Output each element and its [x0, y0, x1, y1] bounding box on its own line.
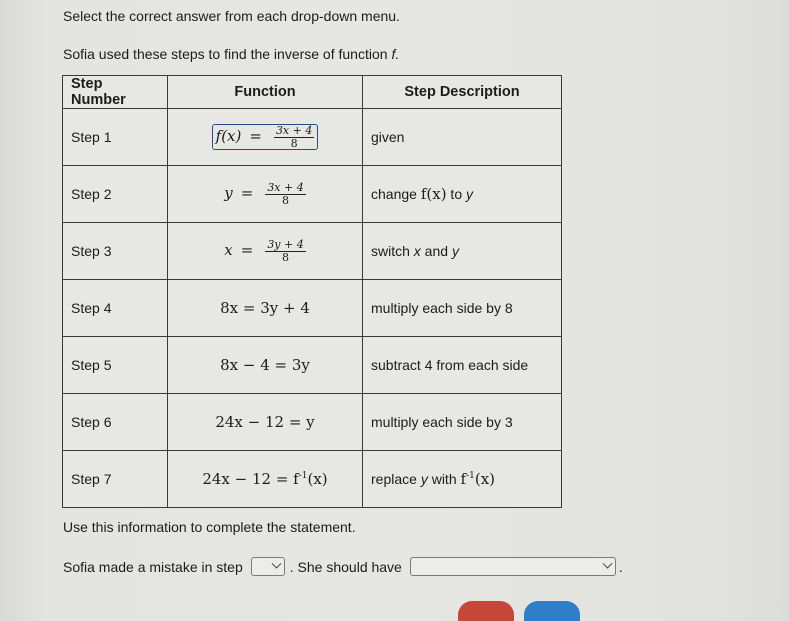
chevron-down-icon	[602, 558, 613, 569]
steps-table: Step Number Function Step Description St…	[62, 75, 562, 508]
intro-text: Sofia used these steps to find the inver…	[63, 46, 399, 62]
function-expression: 24x − 12 = y	[215, 413, 315, 431]
function-expression: f(x) = 3x + 48	[211, 123, 319, 151]
function-cell: 24x − 12 = f-1(x)	[167, 450, 363, 508]
lhs: f(x)	[215, 127, 242, 145]
step-description: given	[362, 108, 562, 166]
lhs: x	[224, 241, 233, 259]
chevron-down-icon	[271, 558, 282, 569]
table-row: Step 2 y = 3x + 48 change f(x) to y	[62, 165, 562, 223]
function-name: f.	[391, 46, 400, 62]
fraction: 3y + 48	[265, 237, 306, 264]
table-row: Step 3 x = 3y + 48 switch x and y	[62, 222, 562, 280]
function-expression: 8x = 3y + 4	[220, 299, 310, 317]
function-cell: 24x − 12 = y	[167, 393, 363, 451]
statement-part1: Sofia made a mistake in step	[63, 558, 243, 575]
step-number: Step 4	[62, 279, 168, 337]
table-row: Step 5 8x − 4 = 3y subtract 4 from each …	[62, 336, 562, 394]
numerator: 3x + 4	[273, 123, 315, 138]
denominator: 8	[282, 193, 290, 207]
table-row: Step 6 24x − 12 = y multiply each side b…	[62, 393, 562, 451]
numerator: 3x + 4	[265, 180, 306, 195]
reset-button[interactable]	[458, 601, 514, 621]
table-row: Step 1 f(x) = 3x + 48 given	[62, 108, 562, 166]
table-row: Step 7 24x − 12 = f-1(x) replace y with …	[62, 450, 562, 508]
function-cell: f(x) = 3x + 48	[167, 108, 363, 166]
step-number: Step 1	[62, 108, 168, 166]
statement-part3: .	[618, 558, 623, 575]
table-row: Step 4 8x = 3y + 4 multiply each side by…	[62, 279, 562, 337]
header-step-number: Step Number	[62, 75, 168, 109]
step-description: change f(x) to y	[362, 165, 562, 223]
step-description: multiply each side by 3	[362, 393, 562, 451]
function-expression: x = 3y + 48	[224, 237, 306, 264]
fraction: 3x + 48	[265, 180, 306, 207]
header-step-description: Step Description	[362, 75, 562, 109]
function-expression: y = 3x + 48	[224, 180, 306, 207]
step-number: Step 2	[62, 165, 168, 223]
header-function: Function	[167, 75, 363, 109]
intro-body: Sofia used these steps to find the inver…	[63, 46, 388, 62]
statement-part2: . She should have	[289, 558, 402, 575]
numerator: 3y + 4	[265, 237, 306, 252]
function-cell: y = 3x + 48	[167, 165, 363, 223]
function-expression: 24x − 12 = f-1(x)	[202, 470, 328, 488]
function-cell: x = 3y + 48	[167, 222, 363, 280]
statement: Sofia made a mistake in step . She shoul…	[63, 557, 623, 576]
step-number: Step 5	[62, 336, 168, 394]
function-cell: 8x − 4 = 3y	[167, 336, 363, 394]
denominator: 8	[282, 250, 290, 264]
step-description: subtract 4 from each side	[362, 336, 562, 394]
step-number: Step 6	[62, 393, 168, 451]
denominator: 8	[290, 136, 298, 150]
next-button[interactable]	[524, 601, 580, 621]
step-description: replace y with f-1(x)	[362, 450, 562, 508]
lhs: y	[224, 184, 233, 202]
instruction-text: Select the correct answer from each drop…	[63, 8, 400, 24]
table-header-row: Step Number Function Step Description	[62, 75, 562, 109]
step-dropdown[interactable]	[250, 557, 285, 576]
step-description: switch x and y	[362, 222, 562, 280]
fraction: 3x + 48	[273, 123, 315, 150]
use-info-text: Use this information to complete the sta…	[63, 519, 356, 535]
correction-dropdown[interactable]	[409, 557, 616, 576]
function-expression: 8x − 4 = 3y	[220, 356, 310, 374]
function-cell: 8x = 3y + 4	[167, 279, 363, 337]
step-description: multiply each side by 8	[362, 279, 562, 337]
step-number: Step 3	[62, 222, 168, 280]
step-number: Step 7	[62, 450, 168, 508]
